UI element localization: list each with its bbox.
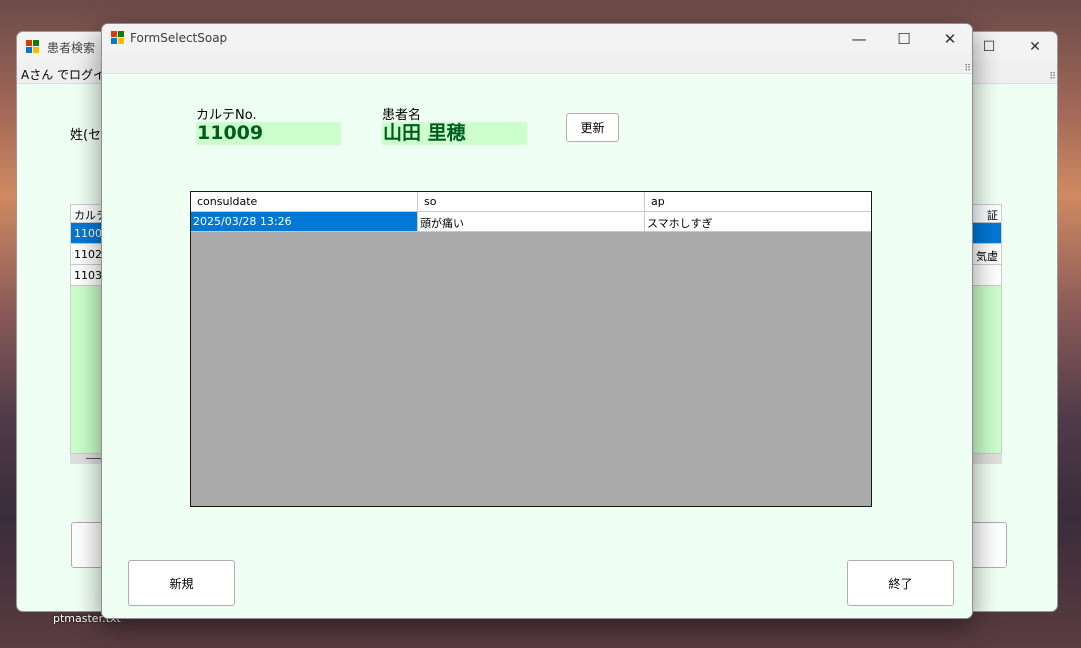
patient-name-value: 山田 里穂 bbox=[382, 122, 527, 145]
patient-name-label: 患者名 bbox=[382, 108, 422, 123]
dialog-top-strip bbox=[102, 54, 972, 74]
minimize-icon[interactable]: — bbox=[844, 27, 874, 51]
chart-no-value: 11009 bbox=[196, 122, 341, 145]
close-icon[interactable]: ✕ bbox=[935, 27, 965, 51]
new-button[interactable]: 新規 bbox=[128, 560, 235, 606]
close-icon[interactable]: ✕ bbox=[1023, 36, 1047, 58]
bg-window-title: 患者検索 bbox=[47, 41, 96, 55]
cell-consuldate[interactable]: 2025/03/28 13:26 bbox=[191, 212, 418, 232]
cell-ap[interactable]: スマホしすぎ bbox=[645, 212, 871, 232]
app-icon bbox=[111, 31, 125, 48]
surname-label: 姓(セ bbox=[70, 128, 102, 143]
maximize-icon[interactable]: ☐ bbox=[977, 36, 1001, 58]
column-header-ap[interactable]: ap bbox=[645, 192, 871, 212]
table-row[interactable]: 2025/03/28 13:26 頭が痛い スマホしすぎ bbox=[191, 212, 871, 232]
dialog-titlebar[interactable]: FormSelectSoap — ☐ ✕ bbox=[102, 24, 972, 54]
soap-grid[interactable]: consuldate so ap 2025/03/28 13:26 頭が痛い ス… bbox=[190, 191, 872, 507]
maximize-icon[interactable]: ☐ bbox=[889, 27, 919, 51]
resize-grip-icon[interactable]: ⠿ bbox=[1049, 72, 1056, 82]
dialog-title: FormSelectSoap bbox=[130, 31, 228, 45]
column-header-consuldate[interactable]: consuldate bbox=[191, 192, 418, 212]
column-header-so[interactable]: so bbox=[418, 192, 645, 212]
refresh-button[interactable]: 更新 bbox=[566, 113, 619, 142]
exit-button[interactable]: 終了 bbox=[847, 560, 954, 606]
app-icon bbox=[26, 40, 40, 57]
chart-no-label: カルテNo. bbox=[196, 108, 257, 123]
cell-so[interactable]: 頭が痛い bbox=[418, 212, 645, 232]
form-select-soap-dialog: FormSelectSoap — ☐ ✕ ⠿ カルテNo. 11009 患者名 … bbox=[101, 23, 973, 619]
resize-grip-icon[interactable]: ⠿ bbox=[964, 64, 971, 74]
soap-grid-header: consuldate so ap bbox=[191, 192, 871, 212]
